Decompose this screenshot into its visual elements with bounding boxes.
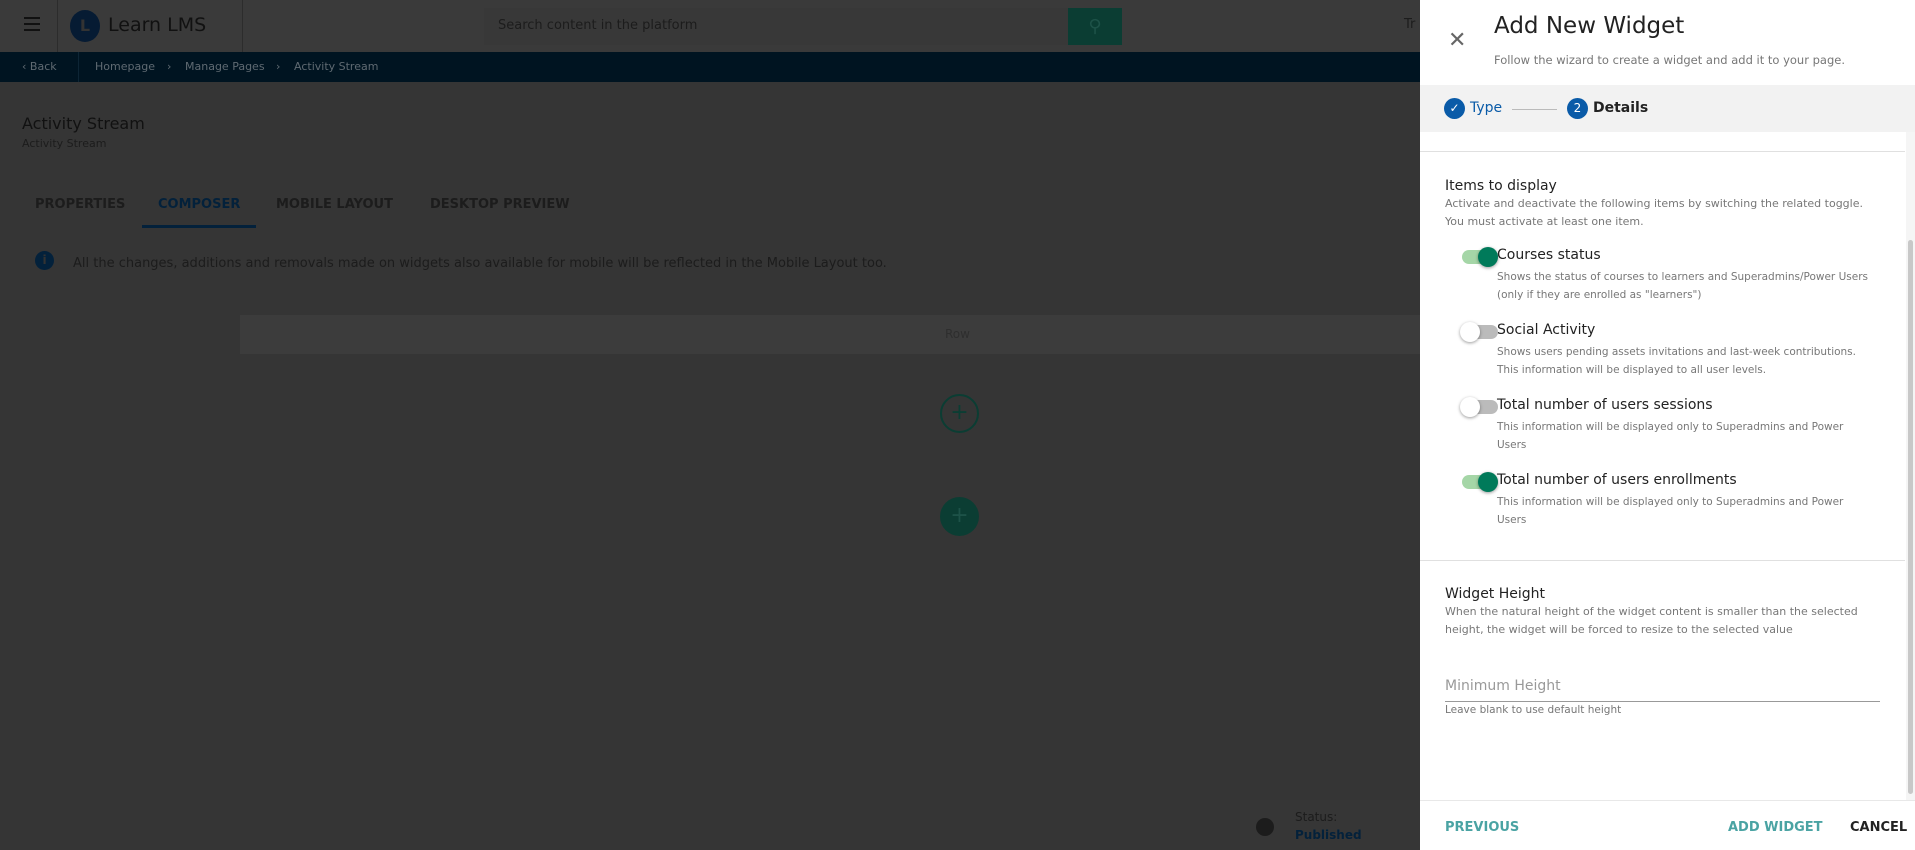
- search-input[interactable]: Search content in the platform: [484, 8, 1068, 45]
- search-button[interactable]: ⚲: [1068, 8, 1122, 45]
- logo-text: Learn LMS: [108, 14, 207, 36]
- item-desc: Shows the status of courses to learners …: [1497, 271, 1868, 283]
- items-desc-1: Activate and deactivate the following it…: [1445, 197, 1863, 210]
- add-widget-plus-button[interactable]: +: [940, 394, 979, 433]
- status-info-icon: [1256, 818, 1274, 836]
- status-box: Status: Published: [1240, 800, 1420, 850]
- panel-subtitle: Follow the wizard to create a widget and…: [1494, 53, 1845, 67]
- panel-title: Add New Widget: [1494, 13, 1685, 39]
- add-widget-button[interactable]: ADD WIDGET: [1728, 820, 1823, 835]
- widget-height-title: Widget Height: [1445, 586, 1546, 602]
- items-desc-2: You must activate at least one item.: [1445, 215, 1644, 228]
- page-title: Activity Stream: [22, 114, 145, 133]
- page-subtitle: Activity Stream: [22, 137, 107, 150]
- users-sessions-toggle[interactable]: [1460, 397, 1498, 417]
- menu-icon[interactable]: [24, 17, 40, 31]
- item-desc: Users: [1497, 514, 1527, 526]
- logo[interactable]: L Learn LMS: [57, 0, 243, 52]
- breadcrumb-activity-stream: Activity Stream: [294, 60, 379, 73]
- status-label: Status:: [1295, 810, 1338, 824]
- breadcrumb-manage-pages[interactable]: Manage Pages: [185, 60, 265, 73]
- step-number-badge: 2: [1567, 98, 1588, 119]
- step-done-check-icon: ✓: [1444, 98, 1465, 119]
- top-bar: L Learn LMS Search content in the platfo…: [0, 0, 1420, 52]
- item-desc: This information will be displayed to al…: [1497, 364, 1767, 376]
- info-text: All the changes, additions and removals …: [73, 256, 887, 271]
- widget-height-desc-1: When the natural height of the widget co…: [1445, 605, 1858, 618]
- tab-properties[interactable]: PROPERTIES: [35, 197, 125, 212]
- item-desc: Users: [1497, 439, 1527, 451]
- widget-height-desc-2: height, the widget will be forced to res…: [1445, 623, 1793, 636]
- tab-composer[interactable]: COMPOSER: [158, 197, 240, 212]
- active-tab-indicator: [142, 225, 256, 228]
- minimum-height-input[interactable]: Minimum Height: [1445, 672, 1880, 702]
- composer-row[interactable]: Row: [240, 315, 1420, 354]
- step-details: Details: [1593, 100, 1649, 116]
- search-placeholder: Search content in the platform: [498, 18, 698, 33]
- row-label: Row: [945, 327, 970, 341]
- users-enrollments-toggle[interactable]: [1462, 472, 1498, 492]
- info-icon: i: [35, 251, 54, 270]
- step-type[interactable]: Type: [1470, 100, 1502, 116]
- courses-status-toggle[interactable]: [1462, 247, 1498, 267]
- logo-icon: L: [70, 10, 100, 42]
- item-desc: This information will be displayed only …: [1497, 421, 1844, 433]
- minimum-height-helper: Leave blank to use default height: [1445, 704, 1622, 716]
- add-widget-panel: ✕ Add New Widget Follow the wizard to cr…: [1420, 0, 1915, 850]
- cancel-button[interactable]: CANCEL: [1850, 820, 1907, 835]
- wizard-stepper: ✓ Type 2 Details: [1420, 85, 1915, 132]
- scrollbar[interactable]: [1906, 132, 1915, 800]
- item-label: Courses status: [1497, 247, 1601, 263]
- back-link[interactable]: ‹ Back: [22, 60, 57, 73]
- social-activity-toggle[interactable]: [1460, 322, 1498, 342]
- status-value: Published: [1295, 828, 1362, 842]
- minimum-height-placeholder: Minimum Height: [1445, 678, 1561, 694]
- item-desc: Shows users pending assets invitations a…: [1497, 346, 1856, 358]
- search-icon: ⚲: [1088, 16, 1102, 37]
- item-desc: (only if they are enrolled as "learners"…: [1497, 289, 1702, 301]
- item-label: Total number of users sessions: [1497, 397, 1713, 413]
- header-text-truncated: Tr: [1404, 17, 1416, 32]
- add-row-plus-button[interactable]: +: [940, 497, 979, 536]
- item-label: Social Activity: [1497, 322, 1596, 338]
- breadcrumb-homepage[interactable]: Homepage: [95, 60, 155, 73]
- previous-button[interactable]: PREVIOUS: [1445, 820, 1519, 835]
- item-desc: This information will be displayed only …: [1497, 496, 1844, 508]
- tab-desktop-preview[interactable]: DESKTOP PREVIEW: [430, 197, 570, 212]
- item-label: Total number of users enrollments: [1497, 472, 1737, 488]
- breadcrumb: ‹ Back Homepage › Manage Pages › Activit…: [0, 52, 1420, 82]
- close-icon[interactable]: ✕: [1448, 28, 1466, 53]
- items-title: Items to display: [1445, 178, 1557, 194]
- tab-mobile-layout[interactable]: MOBILE LAYOUT: [276, 197, 393, 212]
- page-background-dimmed: L Learn LMS Search content in the platfo…: [0, 0, 1420, 850]
